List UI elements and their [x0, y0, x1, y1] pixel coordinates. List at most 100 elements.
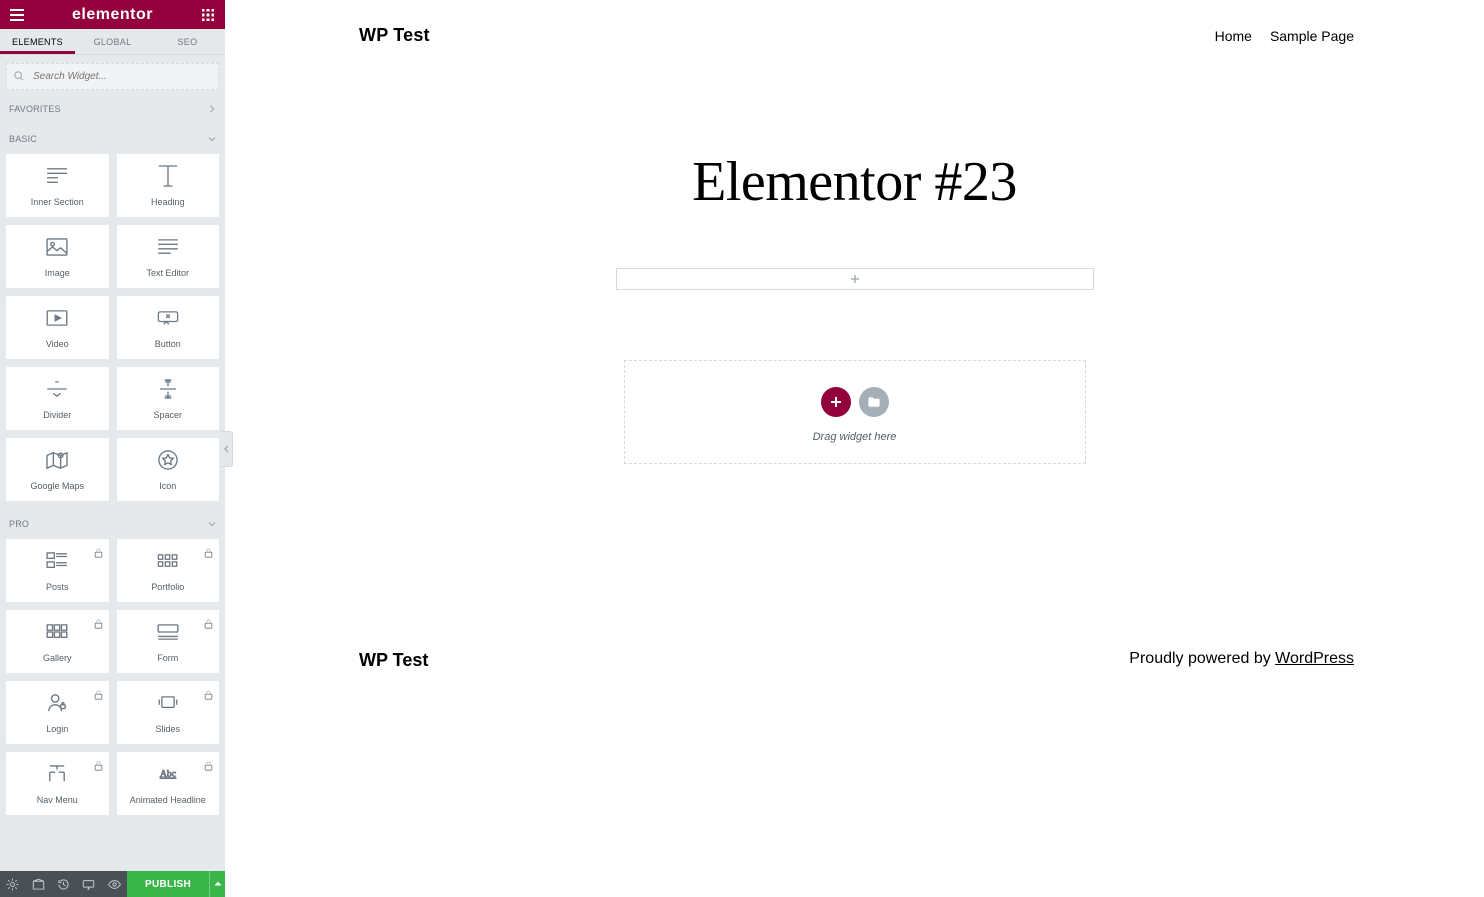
widget-image[interactable]: Image: [6, 225, 109, 288]
page-title: Elementor #23: [692, 150, 1017, 214]
image-icon: [46, 236, 68, 258]
widget-video[interactable]: Video: [6, 296, 109, 359]
add-new-section-button[interactable]: [821, 387, 851, 417]
widget-button[interactable]: Button: [117, 296, 220, 359]
footer-site-title[interactable]: WP Test: [359, 650, 428, 671]
login-icon: [47, 692, 67, 714]
widget-spacer[interactable]: Spacer: [117, 367, 220, 430]
nav-link-home[interactable]: Home: [1215, 28, 1252, 44]
google-maps-icon: [46, 449, 68, 471]
portfolio-icon: [157, 550, 179, 572]
publish-options-button[interactable]: [209, 871, 225, 897]
history-icon[interactable]: [51, 871, 76, 897]
bottom-bar: PUBLISH: [0, 871, 225, 897]
widget-label: Image: [45, 268, 70, 278]
divider-icon: [46, 378, 68, 400]
lock-icon: [204, 616, 213, 634]
lock-icon: [204, 687, 213, 705]
powered-by-label: Proudly powered by: [1129, 650, 1275, 667]
spacer-icon: [159, 378, 177, 400]
site-nav: Home Sample Page: [1215, 28, 1354, 44]
widget-inner-section[interactable]: Inner Section: [6, 154, 109, 217]
heading-icon: [158, 165, 178, 187]
text-editor-icon: [157, 236, 179, 258]
lock-icon: [204, 545, 213, 563]
wordpress-link[interactable]: WordPress: [1275, 650, 1354, 667]
widget-label: Icon: [159, 481, 176, 491]
svg-text:Abc: Abc: [160, 768, 176, 779]
widget-portfolio[interactable]: Portfolio: [117, 539, 220, 602]
widget-heading[interactable]: Heading: [117, 154, 220, 217]
lock-icon: [204, 758, 213, 776]
preview-icon[interactable]: [102, 871, 127, 897]
section-head-favorites[interactable]: FAVORITES: [0, 94, 225, 124]
favorites-label: FAVORITES: [9, 104, 61, 114]
widget-text-editor[interactable]: Text Editor: [117, 225, 220, 288]
section-head-basic[interactable]: BASIC: [0, 124, 225, 154]
widget-form[interactable]: Form: [117, 610, 220, 673]
video-icon: [46, 307, 68, 329]
widget-gallery[interactable]: Gallery: [6, 610, 109, 673]
slides-icon: [157, 692, 179, 714]
section-head-pro[interactable]: PRO: [0, 509, 225, 539]
widget-label: Spacer: [153, 410, 182, 420]
widget-google-maps[interactable]: Google Maps: [6, 438, 109, 501]
icon-icon: [158, 449, 178, 471]
footer-credit: Proudly powered by WordPress: [1129, 650, 1354, 671]
lock-icon: [94, 758, 103, 776]
widget-label: Heading: [151, 197, 185, 207]
search-icon: [14, 68, 24, 86]
elementor-logo: elementor: [72, 7, 153, 23]
widget-label: Portfolio: [151, 582, 184, 592]
widget-label: Nav Menu: [37, 795, 78, 805]
drop-label: Drag widget here: [813, 431, 897, 443]
inner-section-icon: [46, 165, 68, 187]
tab-elements[interactable]: ELEMENTS: [0, 29, 75, 54]
widget-nav-menu[interactable]: Nav Menu: [6, 752, 109, 815]
widget-label: Google Maps: [30, 481, 84, 491]
widget-divider[interactable]: Divider: [6, 367, 109, 430]
nav-link-sample-page[interactable]: Sample Page: [1270, 28, 1354, 44]
widget-label: Video: [46, 339, 69, 349]
widget-login[interactable]: Login: [6, 681, 109, 744]
widget-label: Gallery: [43, 653, 72, 663]
lock-icon: [94, 616, 103, 634]
widget-label: Text Editor: [146, 268, 189, 278]
template-library-button[interactable]: [859, 387, 889, 417]
responsive-icon[interactable]: [76, 871, 101, 897]
panel-tabs: ELEMENTS GLOBAL SEO: [0, 29, 225, 55]
widget-posts[interactable]: Posts: [6, 539, 109, 602]
widget-label: Animated Headline: [130, 795, 206, 805]
lock-icon: [94, 687, 103, 705]
tab-global[interactable]: GLOBAL: [75, 29, 150, 54]
apps-grid-icon[interactable]: [199, 6, 217, 24]
menu-icon[interactable]: [8, 6, 26, 24]
animated-headline-icon: Abc: [154, 763, 182, 785]
gallery-icon: [46, 621, 68, 643]
basic-label: BASIC: [9, 134, 37, 144]
settings-icon[interactable]: [0, 871, 25, 897]
widget-animated-headline[interactable]: Abc Animated Headline: [117, 752, 220, 815]
widget-label: Form: [157, 653, 178, 663]
widget-slides[interactable]: Slides: [117, 681, 220, 744]
widget-label: Button: [155, 339, 181, 349]
pro-label: PRO: [9, 519, 29, 529]
form-icon: [157, 621, 179, 643]
publish-button[interactable]: PUBLISH: [127, 871, 209, 897]
widget-label: Inner Section: [31, 197, 84, 207]
posts-icon: [46, 550, 68, 572]
tab-seo[interactable]: SEO: [150, 29, 225, 54]
lock-icon: [94, 545, 103, 563]
widget-label: Slides: [155, 724, 180, 734]
drop-zone[interactable]: Drag widget here: [624, 360, 1086, 464]
collapse-panel-button[interactable]: [221, 431, 233, 467]
add-section-bar[interactable]: [616, 268, 1094, 290]
navigator-icon[interactable]: [25, 871, 50, 897]
search-input[interactable]: [6, 63, 219, 90]
nav-menu-icon: [46, 763, 68, 785]
site-title[interactable]: WP Test: [359, 25, 430, 46]
widget-label: Login: [46, 724, 68, 734]
widget-icon[interactable]: Icon: [117, 438, 220, 501]
widget-label: Divider: [43, 410, 71, 420]
button-icon: [157, 307, 179, 329]
